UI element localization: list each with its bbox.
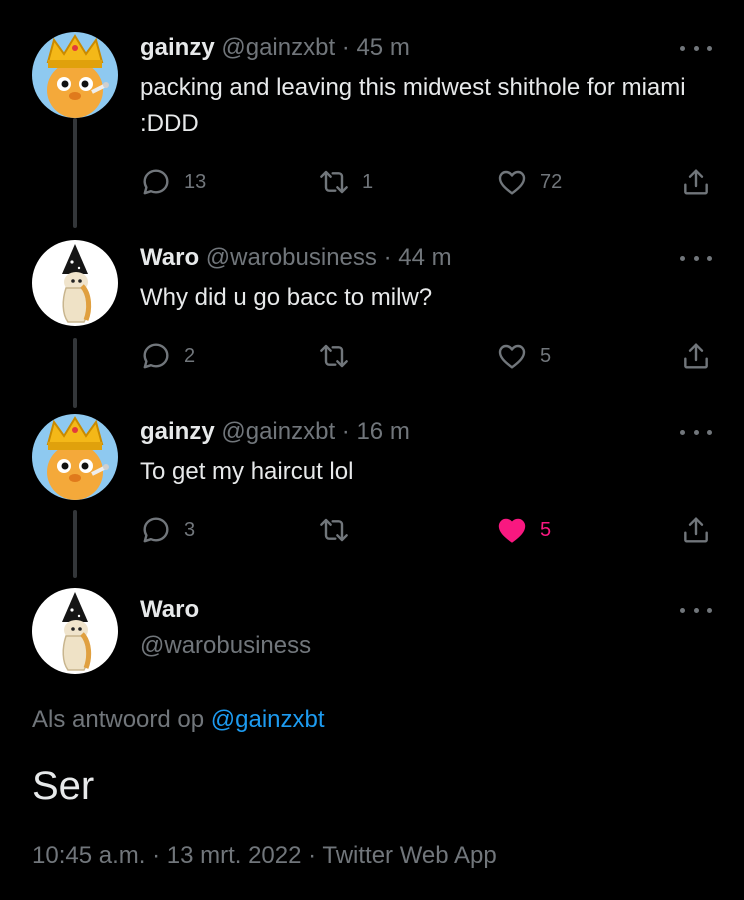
wizard-hat-character-avatar-icon	[32, 588, 118, 674]
share-button[interactable]	[680, 514, 712, 546]
tweet-text: Why did u go bacc to milw?	[140, 284, 433, 311]
avatar[interactable]	[32, 588, 118, 674]
share-icon	[680, 166, 712, 198]
reply-button[interactable]: 3	[140, 514, 195, 546]
like-button[interactable]: 5	[496, 340, 551, 372]
tweet-time[interactable]: · 44 m	[384, 244, 452, 271]
reply-button[interactable]: 13	[140, 166, 206, 198]
like-button[interactable]: 5	[496, 514, 551, 546]
share-icon	[680, 514, 712, 546]
avatar[interactable]	[32, 240, 118, 326]
tweet-header: gainzy @gainzxbt · 16 m	[140, 418, 410, 446]
tweet-header: gainzy @gainzxbt · 45 m	[140, 34, 410, 62]
reply-context-label: Als antwoord op	[32, 706, 205, 733]
tweet-time[interactable]: · 45 m	[342, 34, 410, 61]
tweet-timestamp-footer[interactable]: 10:45 a.m. · 13 mrt. 2022 · Twitter Web …	[32, 842, 497, 870]
reply-button[interactable]: 2	[140, 340, 195, 372]
author-name[interactable]: gainzy	[140, 418, 215, 445]
reply-count: 2	[184, 344, 196, 367]
like-count: 72	[540, 170, 563, 193]
gold-crown-bird-avatar-icon	[32, 32, 118, 118]
retweet-button[interactable]	[318, 340, 362, 372]
more-options-icon[interactable]	[680, 248, 712, 268]
retweet-button[interactable]	[318, 514, 362, 546]
reply-to-link[interactable]: @gainzxbt	[211, 706, 325, 733]
retweet-button[interactable]: 1	[318, 166, 373, 198]
more-options-icon[interactable]	[680, 38, 712, 58]
wizard-hat-character-avatar-icon	[32, 240, 118, 326]
like-count: 5	[540, 344, 552, 367]
thread-connector-line	[73, 510, 77, 578]
reply-icon	[140, 514, 172, 546]
author-handle[interactable]: @warobusiness	[140, 632, 311, 660]
reply-icon	[140, 166, 172, 198]
thread-connector-line	[73, 338, 77, 408]
reply-icon	[140, 340, 172, 372]
author-name[interactable]: Waro	[140, 244, 199, 271]
author-handle[interactable]: @gainzxbt	[221, 34, 335, 61]
author-name[interactable]: Waro	[140, 596, 199, 624]
like-button[interactable]: 72	[496, 166, 562, 198]
reply-count: 3	[184, 518, 196, 541]
share-icon	[680, 340, 712, 372]
author-handle[interactable]: @warobusiness	[206, 244, 377, 271]
reply-context: Als antwoord op @gainzxbt	[32, 706, 325, 734]
like-count: 5	[540, 518, 552, 541]
heart-icon	[496, 340, 528, 372]
retweet-count: 1	[362, 170, 374, 193]
heart-filled-icon	[496, 514, 528, 546]
tweet-time[interactable]: · 16 m	[342, 418, 410, 445]
more-options-icon[interactable]	[680, 600, 712, 620]
tweet-text: packing and leaving this midwest shithol…	[140, 74, 686, 137]
tweet-header: Waro @warobusiness · 44 m	[140, 244, 452, 272]
reply-count: 13	[184, 170, 207, 193]
avatar[interactable]	[32, 414, 118, 500]
avatar[interactable]	[32, 32, 118, 118]
author-name[interactable]: gainzy	[140, 34, 215, 61]
retweet-icon	[318, 166, 350, 198]
tweet-text: To get my haircut lol	[140, 458, 354, 485]
retweet-icon	[318, 514, 350, 546]
more-options-icon[interactable]	[680, 422, 712, 442]
share-button[interactable]	[680, 340, 712, 372]
retweet-icon	[318, 340, 350, 372]
gold-crown-bird-avatar-icon	[32, 414, 118, 500]
main-tweet-text: Ser	[32, 764, 95, 808]
author-handle[interactable]: @gainzxbt	[221, 418, 335, 445]
heart-icon	[496, 166, 528, 198]
thread-connector-line	[73, 118, 77, 228]
share-button[interactable]	[680, 166, 712, 198]
